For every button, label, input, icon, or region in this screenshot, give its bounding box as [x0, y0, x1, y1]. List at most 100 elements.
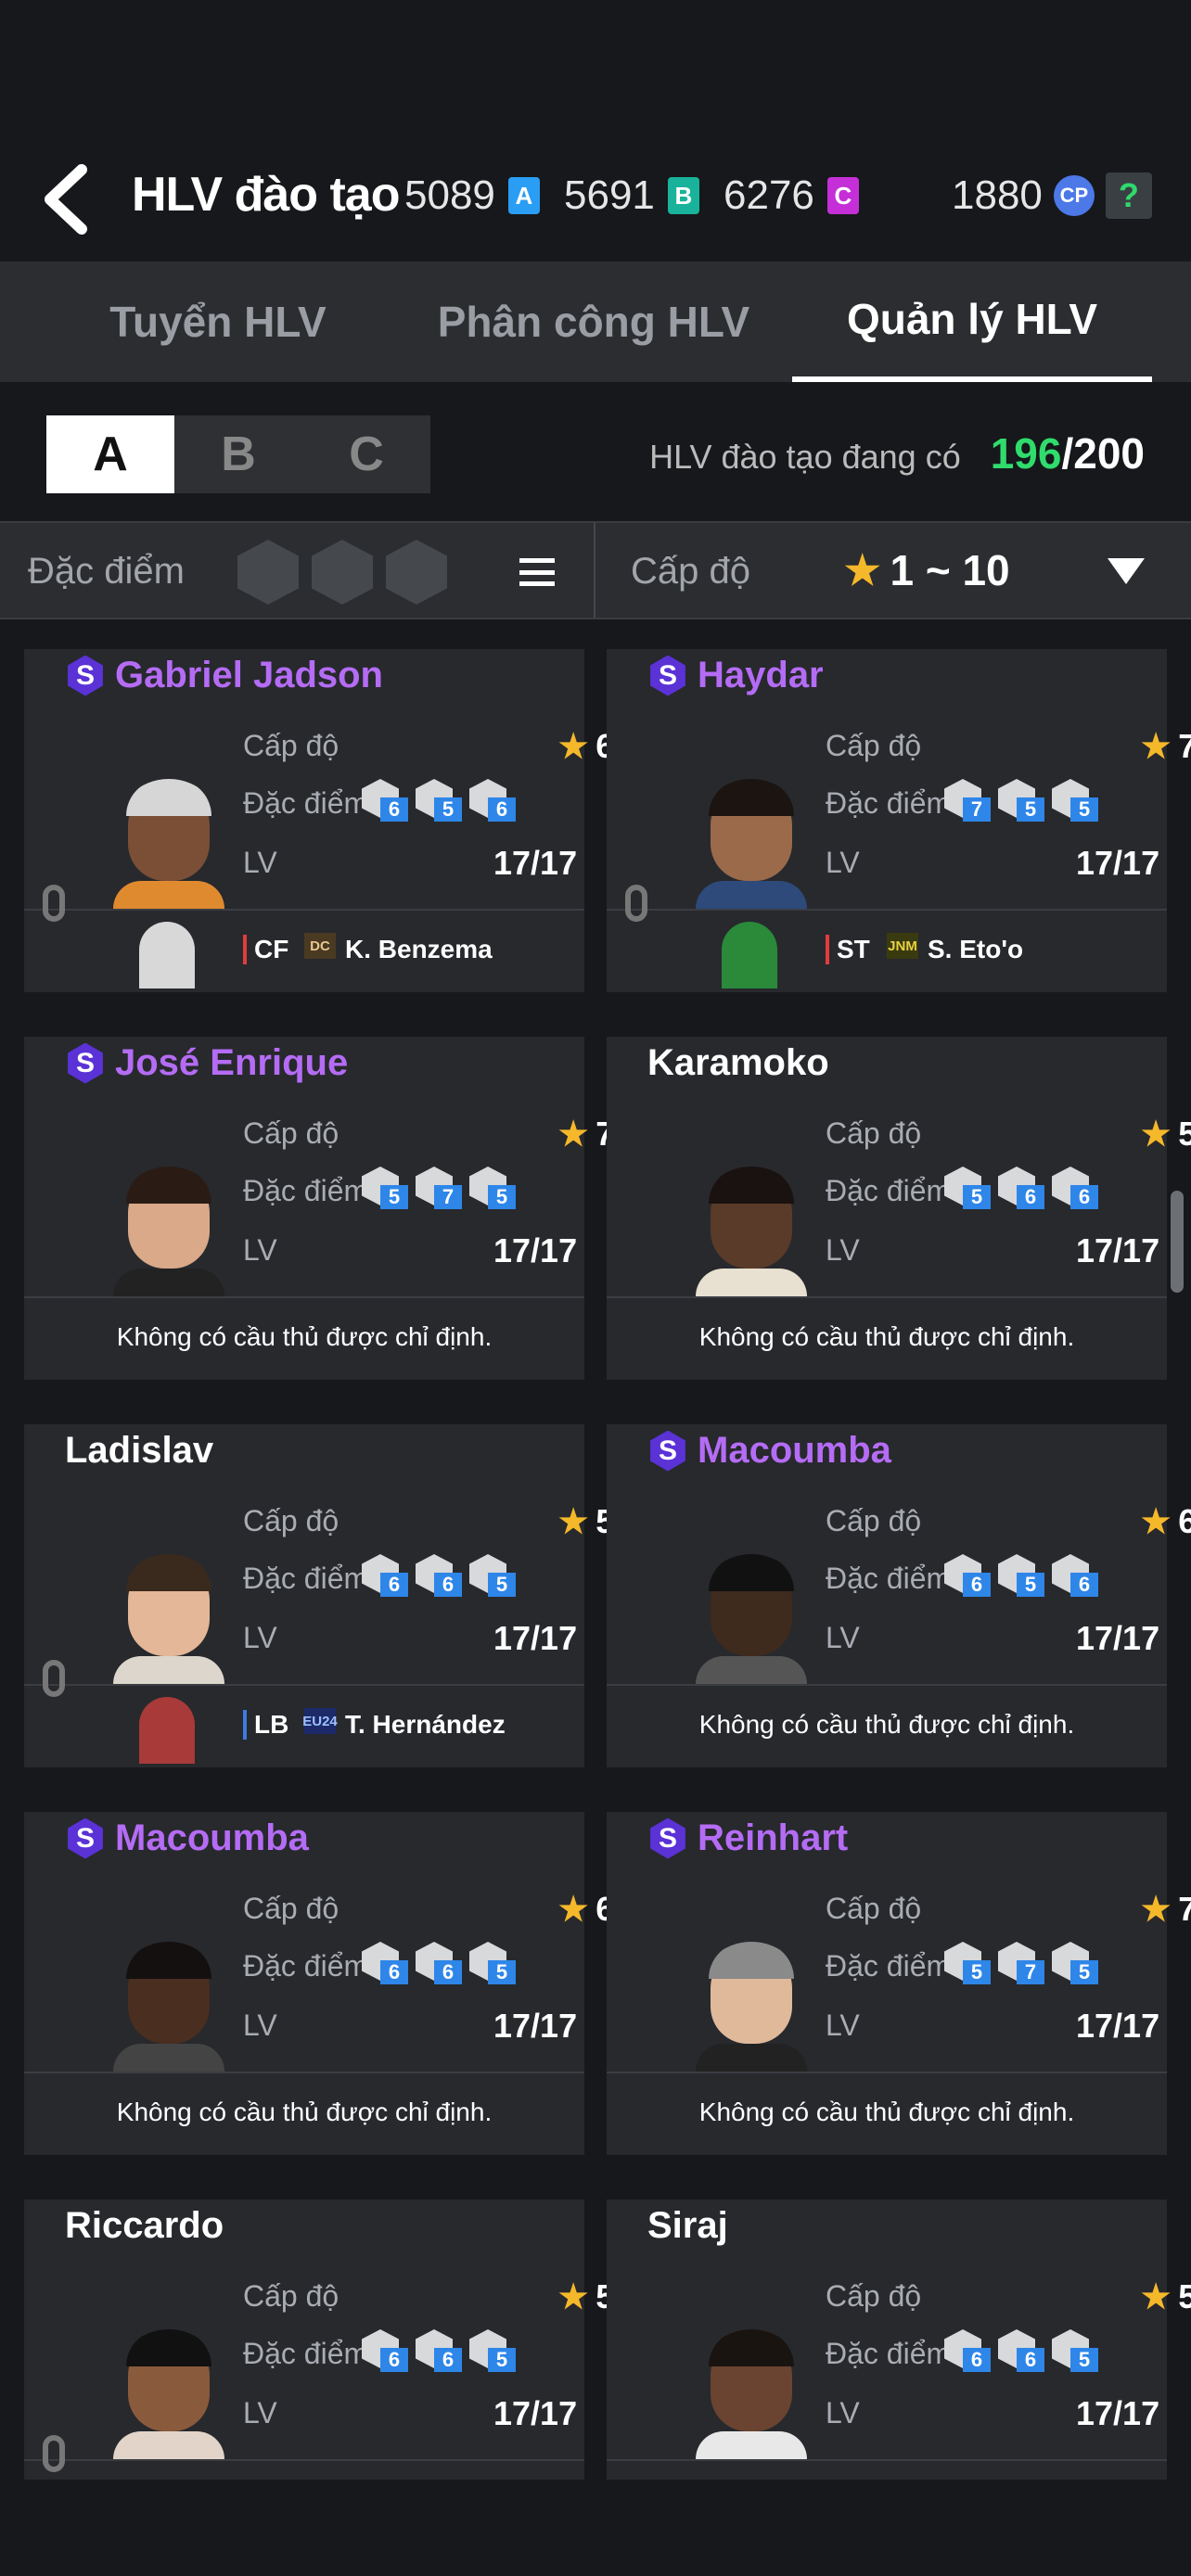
trait-icon[interactable]: 6 [360, 2329, 410, 2374]
dropdown-arrow-icon[interactable] [1108, 558, 1145, 584]
trait-list: 665 [942, 2329, 1104, 2374]
coach-card[interactable]: Siraj Cấp độ ★ 5 Đặc điểm 6 6 5 LV 17/17 [607, 2200, 1191, 2480]
assigned-player[interactable]: CF DC K. Benzema [24, 911, 584, 988]
traits-label: Đặc điểm [243, 786, 364, 820]
trait-icon[interactable]: 6 [414, 2329, 464, 2374]
coach-card[interactable]: S Macoumba Cấp độ ★ 6 Đặc điểm 6 5 6 LV 17/17 Không… [607, 1424, 1191, 1767]
trait-icon[interactable]: 7 [996, 1942, 1046, 1986]
trait-filter-label[interactable]: Đặc điểm c [28, 551, 191, 593]
trait-icon[interactable]: 6 [414, 1554, 464, 1599]
trait-icon[interactable]: 5 [467, 1554, 518, 1599]
back-arrow-icon[interactable] [41, 164, 96, 235]
traits-label: Đặc điểm [243, 1562, 364, 1595]
traits-label: Đặc điểm [243, 1949, 364, 1983]
coach-portrait [113, 2329, 224, 2461]
trait-icon[interactable]: 5 [1050, 779, 1100, 823]
segment-b[interactable]: B [174, 415, 302, 493]
player-name: T. Hernández [345, 1710, 506, 1739]
coach-name-text: Haydar [698, 655, 824, 695]
coach-card[interactable]: S Reinhart Cấp độ ★ 7 Đặc điểm 5 7 5 LV 17/17 Không… [607, 1812, 1191, 2155]
segment-a[interactable]: A [46, 415, 174, 493]
currency-b: 5691 B [564, 172, 699, 219]
level-row: Cấp độ ★ 7 [826, 1890, 1191, 1928]
help-button[interactable]: ? [1105, 172, 1152, 219]
no-player-text: Không có cầu thủ được chỉ định. [698, 1710, 1075, 1739]
trait-icon[interactable]: 5 [1050, 2329, 1100, 2374]
trait-icon[interactable]: 6 [414, 1942, 464, 1986]
coach-name-text: Riccardo [65, 2205, 224, 2246]
star-icon: ★ [558, 726, 589, 765]
currency-a-value: 5089 [404, 172, 495, 218]
trait-icon[interactable]: 6 [942, 2329, 992, 2374]
special-s-icon: S [650, 655, 685, 696]
trait-icon[interactable]: 6 [942, 1554, 992, 1599]
trait-icon[interactable]: 6 [360, 779, 410, 823]
trait-list: 665 [360, 1554, 521, 1599]
coach-card[interactable]: Ladislav Cấp độ ★ 5 Đặc điểm 6 6 5 LV 17/17 LB EU24… [24, 1424, 614, 1767]
coach-name: Siraj [647, 2205, 728, 2247]
trait-list: 575 [942, 1942, 1104, 1986]
star-icon: ★ [1141, 726, 1172, 765]
trait-icon[interactable]: 5 [942, 1167, 992, 1211]
trait-list: 566 [942, 1167, 1104, 1211]
trait-icon[interactable]: 5 [1050, 1942, 1100, 1986]
coach-card[interactable]: S Gabriel Jadson Cấp độ ★ 6 Đặc điểm 6 5 6 LV 17/1… [24, 649, 614, 992]
trait-slot-icon[interactable] [312, 540, 373, 605]
scrollbar[interactable] [1171, 1191, 1184, 1293]
trait-icon[interactable]: 6 [996, 2329, 1046, 2374]
coach-count-label: HLV đào tạo đang có [649, 438, 961, 476]
currency-b-icon: B [667, 177, 699, 214]
level-value: ★ 7 [1141, 1889, 1191, 1928]
level-range[interactable]: ★ 1 ~ 10 [844, 545, 1010, 595]
trait-icon[interactable]: 5 [414, 779, 464, 823]
lv-value: 17/17 [493, 1231, 578, 1269]
tab-recruit-coach[interactable]: Tuyển HLV [56, 261, 380, 382]
trait-icon[interactable]: 5 [467, 2329, 518, 2374]
trait-icon[interactable]: 5 [996, 1554, 1046, 1599]
coach-card[interactable]: Riccardo Cấp độ ★ 5 Đặc điểm 6 6 5 LV 17/17 [24, 2200, 614, 2480]
trait-icon[interactable]: 6 [996, 1167, 1046, 1211]
trait-icon[interactable]: 6 [1050, 1167, 1100, 1211]
lv-label: LV [826, 2009, 860, 2042]
lv-value: 17/17 [1076, 1231, 1160, 1269]
menu-icon[interactable] [519, 558, 555, 586]
traits-row: Đặc điểm 6 6 5 [243, 2329, 577, 2372]
trait-list: 665 [360, 2329, 521, 2374]
tab-assign-coach[interactable]: Phân công HLV [408, 261, 779, 382]
lv-label: LV [243, 846, 277, 879]
traits-label: Đặc điểm [243, 1174, 364, 1207]
lv-row: LV 17/17 [826, 1231, 1159, 1269]
coach-card[interactable]: S Haydar Cấp độ ★ 7 Đặc điểm 7 5 5 LV 17/17 ST JNM S.… [607, 649, 1191, 992]
trait-list: 656 [360, 779, 521, 823]
special-s-icon: S [68, 1042, 103, 1084]
trait-slot-icon[interactable] [386, 540, 447, 605]
traits-row: Đặc điểm 6 5 6 [243, 779, 577, 822]
coach-card[interactable]: S José Enrique Cấp độ ★ 7 Đặc điểm 5 7 5 LV 17/17 K… [24, 1037, 614, 1380]
tab-manage-coach[interactable]: Quản lý HLV [792, 261, 1152, 382]
trait-icon[interactable]: 6 [360, 1942, 410, 1986]
coach-card[interactable]: Karamoko Cấp độ ★ 5 Đặc điểm 5 6 6 LV 17/17 Không … [607, 1037, 1191, 1380]
trait-slot-icon[interactable] [237, 540, 299, 605]
traits-row: Đặc điểm 5 7 5 [826, 1942, 1159, 1984]
trait-icon[interactable]: 5 [996, 779, 1046, 823]
trait-icon[interactable]: 6 [1050, 1554, 1100, 1599]
assigned-player[interactable]: ST JNM S. Eto'o [607, 911, 1167, 988]
card-divider [607, 2459, 1167, 2461]
level-filter-label[interactable]: Cấp độ [631, 551, 750, 593]
trait-icon[interactable]: 5 [942, 1942, 992, 1986]
trait-icon[interactable]: 7 [414, 1167, 464, 1211]
coach-card[interactable]: S Macoumba Cấp độ ★ 6 Đặc điểm 6 6 5 LV 17/17 Không… [24, 1812, 614, 2155]
segment-c[interactable]: C [302, 415, 430, 493]
trait-icon[interactable]: 6 [360, 1554, 410, 1599]
trait-icon[interactable]: 7 [942, 779, 992, 823]
lv-value: 17/17 [1076, 2393, 1160, 2432]
trait-icon[interactable]: 5 [467, 1942, 518, 1986]
trait-icon[interactable]: 6 [467, 779, 518, 823]
assigned-player[interactable]: LB EU24 T. Hernández [24, 1686, 584, 1764]
season-tag: DC [304, 933, 336, 959]
lv-row: LV 17/17 [243, 1619, 577, 1657]
lv-row: LV 17/17 [826, 844, 1159, 882]
trait-icon[interactable]: 5 [467, 1167, 518, 1211]
trait-icon[interactable]: 5 [360, 1167, 410, 1211]
level-row: Cấp độ ★ 5 [243, 2277, 614, 2315]
